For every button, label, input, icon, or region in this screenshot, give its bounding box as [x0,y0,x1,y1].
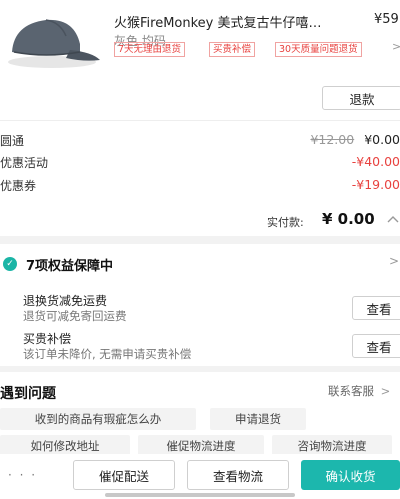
tag-30day-quality: 30天质量问题退货 [275,42,362,57]
refund-button[interactable]: 退款 [322,86,400,110]
help-chip-return[interactable]: 申请退货 [210,408,306,430]
divider [0,120,400,121]
coupon-value: -¥19.00 [351,177,400,192]
payment-label: 实付款: [267,216,304,229]
help-chip-defect[interactable]: 收到的商品有瑕疵怎么办 [0,408,196,430]
shipping-label: 圆通 [0,134,25,148]
product-title: 火猴FireMonkey 美式复古牛仔嘻… [114,16,322,31]
rights-item-freight-subtitle: 退货可减免寄回运费 [23,309,127,323]
view-logistics-button[interactable]: 查看物流 [187,460,289,490]
contact-service-label: 联系客服 [328,384,374,398]
chevron-up-icon[interactable] [386,214,400,224]
view-price-protection-button[interactable]: 查看 [352,334,400,358]
help-title: 遇到问题 [0,386,56,402]
shipping-value: ¥12.00 ¥0.00 [310,132,400,147]
rights-item-price-subtitle: 该订单未降价, 无需申请买贵补偿 [23,347,192,361]
view-freight-button[interactable]: 查看 [352,296,400,320]
shipping-price: ¥0.00 [364,132,400,147]
promotion-value: -¥40.00 [351,154,400,169]
product-price: ¥59 [374,12,399,27]
urge-delivery-button[interactable]: 催促配送 [73,460,175,490]
more-icon[interactable]: · · · [8,468,37,482]
rights-item-freight-title: 退换货减免运费 [23,294,108,308]
confirm-receipt-button[interactable]: 确认收货 [301,460,400,490]
shipping-original-price: ¥12.00 [310,132,355,147]
tag-price-protection: 买贵补偿 [209,42,256,57]
rights-item-price-title: 买贵补偿 [23,332,72,346]
chevron-right-icon: > [380,384,391,398]
home-indicator [105,493,295,497]
rights-title: 7项权益保障中 [26,259,114,274]
product-image [0,6,104,78]
chevron-right-icon[interactable]: > [389,254,399,268]
coupon-label: 优惠券 [0,179,37,193]
tag-7day-return: 7天无理由退货 [114,42,186,57]
payment-value: ¥ 0.00 [322,210,375,228]
chevron-right-icon: > [392,40,400,53]
refund-row: 退款 [0,76,400,120]
shield-check-icon: ✓ [3,257,17,271]
product-card[interactable]: 火猴FireMonkey 美式复古牛仔嘻… ¥59 灰色 均码 7天无理由退货 … [0,0,400,78]
promotion-label: 优惠活动 [0,156,49,170]
contact-service-link[interactable]: 联系客服 > [328,383,390,399]
